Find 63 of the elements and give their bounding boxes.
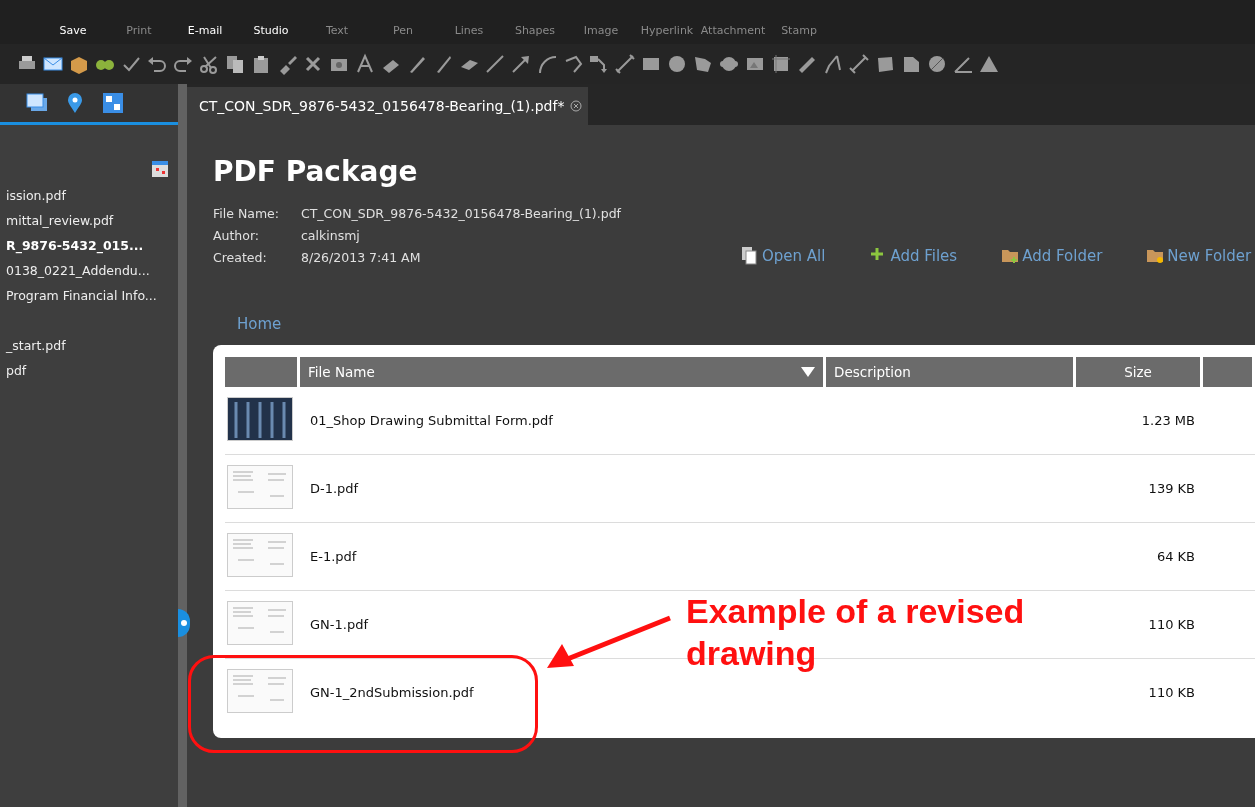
file-name-cell: GN-1.pdf [310,617,368,632]
toolbar-link[interactable]: Open All [741,246,826,265]
arc-icon[interactable] [536,53,558,75]
column-header[interactable]: Description [826,357,1076,387]
column-header[interactable]: Size [1076,357,1203,387]
info-label: File Name: [213,206,280,221]
package-title: PDF Package [213,155,419,188]
thumbnail [227,668,293,713]
annotation-text: Example of a revised drawing [686,591,1026,674]
breadcrumb-link[interactable]: Home [237,315,282,333]
dimension-icon[interactable] [614,53,636,75]
circle-icon[interactable] [666,53,688,75]
splitter-handle[interactable] [178,609,190,637]
sort-caret-icon [801,367,815,377]
file-list-item[interactable]: _start.pdf [0,333,178,358]
diameter-icon[interactable] [926,53,948,75]
file-list-item[interactable]: R_9876-5432_015... [0,233,178,258]
close-icon[interactable] [570,100,583,112]
size-cell-text: 139 KB [1147,481,1196,496]
thumbnail [227,396,293,441]
file-list-item[interactable]: mittal_review.pdf [0,208,178,233]
document-tab-title: CT_CON_SDR_9876-5432_0156478-Bearing_(1).pdf* [199,98,565,114]
arrow-icon[interactable] [510,53,532,75]
map-pin-icon[interactable] [66,92,84,114]
file-list-item[interactable]: pdf [0,358,178,383]
length-icon[interactable] [848,53,870,75]
line-icon[interactable] [484,53,506,75]
ribbon-button[interactable]: Save [40,24,106,44]
size-cell-text: 110 KB [1147,685,1196,700]
info-value: 8/26/2013 7:41 AM [301,250,422,265]
file-list-item[interactable]: ission.pdf [0,183,178,208]
file-name-cell: D-1.pdf [310,481,359,496]
column-header[interactable]: File Name [300,357,826,387]
file-name-cell: GN-1_2ndSubmission.pdf [310,685,474,700]
toolbar-link[interactable]: Add Files [869,246,958,265]
thumbnail [227,600,293,645]
windows-icon[interactable] [26,93,48,113]
info-value: calkinsmj [301,228,361,243]
file-name-cell: E-1.pdf [310,549,357,564]
letter-icon[interactable] [354,53,376,75]
ribbon-button[interactable]: Studio [238,24,304,44]
ribbon-button[interactable]: E-mail [172,24,238,44]
crop-icon[interactable] [770,53,792,75]
calendar-icon[interactable] [152,161,168,177]
info-value: CT_CON_SDR_9876-5432_0156478-Bearing_(1).pdf [301,206,621,221]
connector-icon[interactable] [588,53,610,75]
size-cell-text: 110 KB [1147,617,1196,632]
file-list-item[interactable]: 0138_0221_Addendu... [0,258,178,283]
file-list-item[interactable]: Program Financial Info... [0,283,178,308]
document-tab[interactable]: CT_CON_SDR_9876-5432_0156478-Bearing_(1).pdf* [187,87,589,125]
thumbnail [227,464,293,509]
info-label: Author: [213,228,261,243]
pages-icon [741,246,759,265]
thumbnail [227,532,293,577]
size-cell-text: 64 KB [1155,549,1196,564]
size-cell-text: 1.23 MB [1140,413,1196,428]
toolbar-link[interactable]: Add Folder [1001,246,1103,265]
toolbar-link[interactable]: New Folder [1146,246,1252,265]
file-name-cell: 01_Shop Drawing Submittal Form.pdf [310,413,553,428]
copy-icon[interactable] [224,53,246,75]
info-label: Created: [213,250,268,265]
grid-icon[interactable] [102,92,124,114]
scissors-icon[interactable] [198,53,220,75]
